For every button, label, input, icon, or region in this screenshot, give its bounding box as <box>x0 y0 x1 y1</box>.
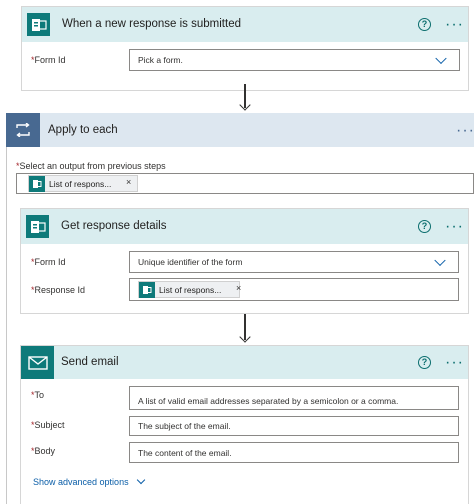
loop-frame-left <box>6 147 7 504</box>
apply-to-each-header[interactable]: Apply to each ··· <box>6 113 474 147</box>
to-input[interactable]: A list of valid email addresses separate… <box>129 386 459 410</box>
form-id-value: Unique identifier of the form <box>138 257 243 267</box>
more-options-icon[interactable]: ··· <box>445 219 464 235</box>
chevron-down-icon <box>435 52 447 65</box>
forms-icon <box>29 175 45 192</box>
more-options-icon[interactable]: ··· <box>445 17 464 33</box>
send-email-header[interactable]: Send email ? ··· <box>21 346 468 379</box>
body-placeholder: The content of the email. <box>138 447 232 458</box>
more-options-icon[interactable]: ··· <box>445 355 464 371</box>
loop-icon <box>6 113 40 147</box>
output-token[interactable]: List of respons... <box>28 175 138 192</box>
help-icon[interactable]: ? <box>418 220 431 233</box>
to-label: *To <box>31 390 45 400</box>
trigger-card: When a new response is submitted ? ··· *… <box>21 6 469 91</box>
show-advanced-options-link[interactable]: Show advanced options <box>33 475 146 487</box>
apply-to-each-title: Apply to each <box>48 124 118 136</box>
token-label: List of respons... <box>159 284 222 295</box>
send-email-title: Send email <box>61 356 119 368</box>
forms-icon <box>139 281 155 298</box>
select-output-label: *Select an output from previous steps <box>16 161 166 171</box>
subject-input[interactable]: The subject of the email. <box>129 416 459 436</box>
forms-icon <box>26 215 49 238</box>
body-input[interactable]: The content of the email. <box>129 442 459 463</box>
forms-icon <box>27 13 50 36</box>
chevron-down-icon <box>434 254 446 267</box>
remove-token-icon[interactable]: × <box>126 177 131 187</box>
email-icon <box>21 346 54 379</box>
get-details-title: Get response details <box>61 220 167 232</box>
more-options-icon[interactable]: ··· <box>456 123 474 139</box>
subject-label: *Subject <box>31 420 65 430</box>
form-id-dropdown[interactable]: Pick a form. <box>129 49 460 71</box>
chevron-down-icon <box>136 475 146 485</box>
form-id-dropdown[interactable]: Unique identifier of the form <box>129 251 459 273</box>
select-output-field[interactable]: List of respons... × <box>16 173 474 194</box>
body-label: *Body <box>31 446 56 456</box>
form-id-label: *Form Id <box>31 55 66 65</box>
arrow-down-icon <box>239 99 251 111</box>
response-id-field[interactable]: List of respons... × <box>129 278 459 301</box>
response-id-label: *Response Id <box>31 285 86 295</box>
token-label: List of respons... <box>49 178 112 189</box>
send-email-card: Send email ? ··· *To A list of valid ema… <box>20 345 469 504</box>
remove-token-icon[interactable]: × <box>236 283 241 293</box>
get-details-header[interactable]: Get response details ? ··· <box>21 209 468 244</box>
get-details-card: Get response details ? ··· *Form Id Uniq… <box>20 208 469 314</box>
help-icon[interactable]: ? <box>418 356 431 369</box>
trigger-header[interactable]: When a new response is submitted ? ··· <box>22 7 468 42</box>
to-placeholder: A list of valid email addresses separate… <box>138 396 399 406</box>
form-id-label: *Form Id <box>31 257 66 267</box>
subject-placeholder: The subject of the email. <box>138 421 231 431</box>
trigger-title: When a new response is submitted <box>62 18 241 30</box>
arrow-down-icon <box>239 331 251 343</box>
form-id-value: Pick a form. <box>138 55 183 65</box>
response-token[interactable]: List of respons... <box>138 281 240 298</box>
help-icon[interactable]: ? <box>418 18 431 31</box>
